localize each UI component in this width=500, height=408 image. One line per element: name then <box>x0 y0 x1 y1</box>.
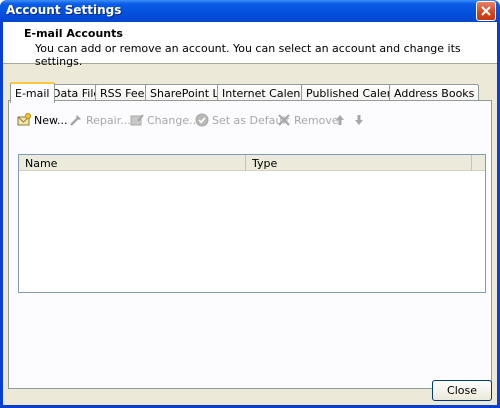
close-window-button[interactable] <box>476 1 496 21</box>
checkmark-circle-icon <box>195 113 209 127</box>
account-settings-window: Account Settings E-mail Accounts You can… <box>0 0 500 408</box>
dialog-body: E-mail Accounts You can add or remove an… <box>3 22 497 405</box>
tab-email[interactable]: E-mail <box>10 82 55 103</box>
page-title: E-mail Accounts <box>24 27 123 40</box>
tab-address-books[interactable]: Address Books <box>389 84 480 101</box>
arrow-up-icon <box>336 115 344 125</box>
remove-label: Remove <box>294 113 339 127</box>
remove-x-icon <box>278 114 290 126</box>
email-tab-panel: New... Repair... Change... Set as Defaul… <box>8 100 492 389</box>
header-area: E-mail Accounts You can add or remove an… <box>3 22 497 68</box>
repair-label: Repair... <box>86 113 131 127</box>
column-header-name[interactable]: Name <box>19 155 246 171</box>
new-button[interactable]: New... <box>17 111 67 129</box>
page-description: You can add or remove an account. You ca… <box>35 42 461 68</box>
title-bar[interactable]: Account Settings <box>0 0 500 22</box>
change-icon <box>130 114 144 126</box>
close-icon <box>481 6 491 16</box>
set-as-default-button[interactable]: Set as Default <box>195 111 290 129</box>
remove-button[interactable]: Remove <box>277 111 339 129</box>
arrow-down-icon <box>355 115 363 125</box>
account-list[interactable]: Name Type <box>18 154 486 293</box>
new-label: New... <box>34 113 68 127</box>
change-label: Change... <box>147 113 200 127</box>
window-title: Account Settings <box>6 3 122 17</box>
repair-icon <box>70 115 81 126</box>
move-down-button[interactable] <box>354 111 367 129</box>
change-button[interactable]: Change... <box>130 111 200 129</box>
repair-button[interactable]: Repair... <box>69 111 131 129</box>
column-header-type[interactable]: Type <box>246 155 472 171</box>
move-up-button[interactable] <box>335 111 348 129</box>
close-button[interactable]: Close <box>432 380 492 401</box>
new-account-icon <box>17 113 31 126</box>
list-header: Name Type <box>19 155 485 171</box>
